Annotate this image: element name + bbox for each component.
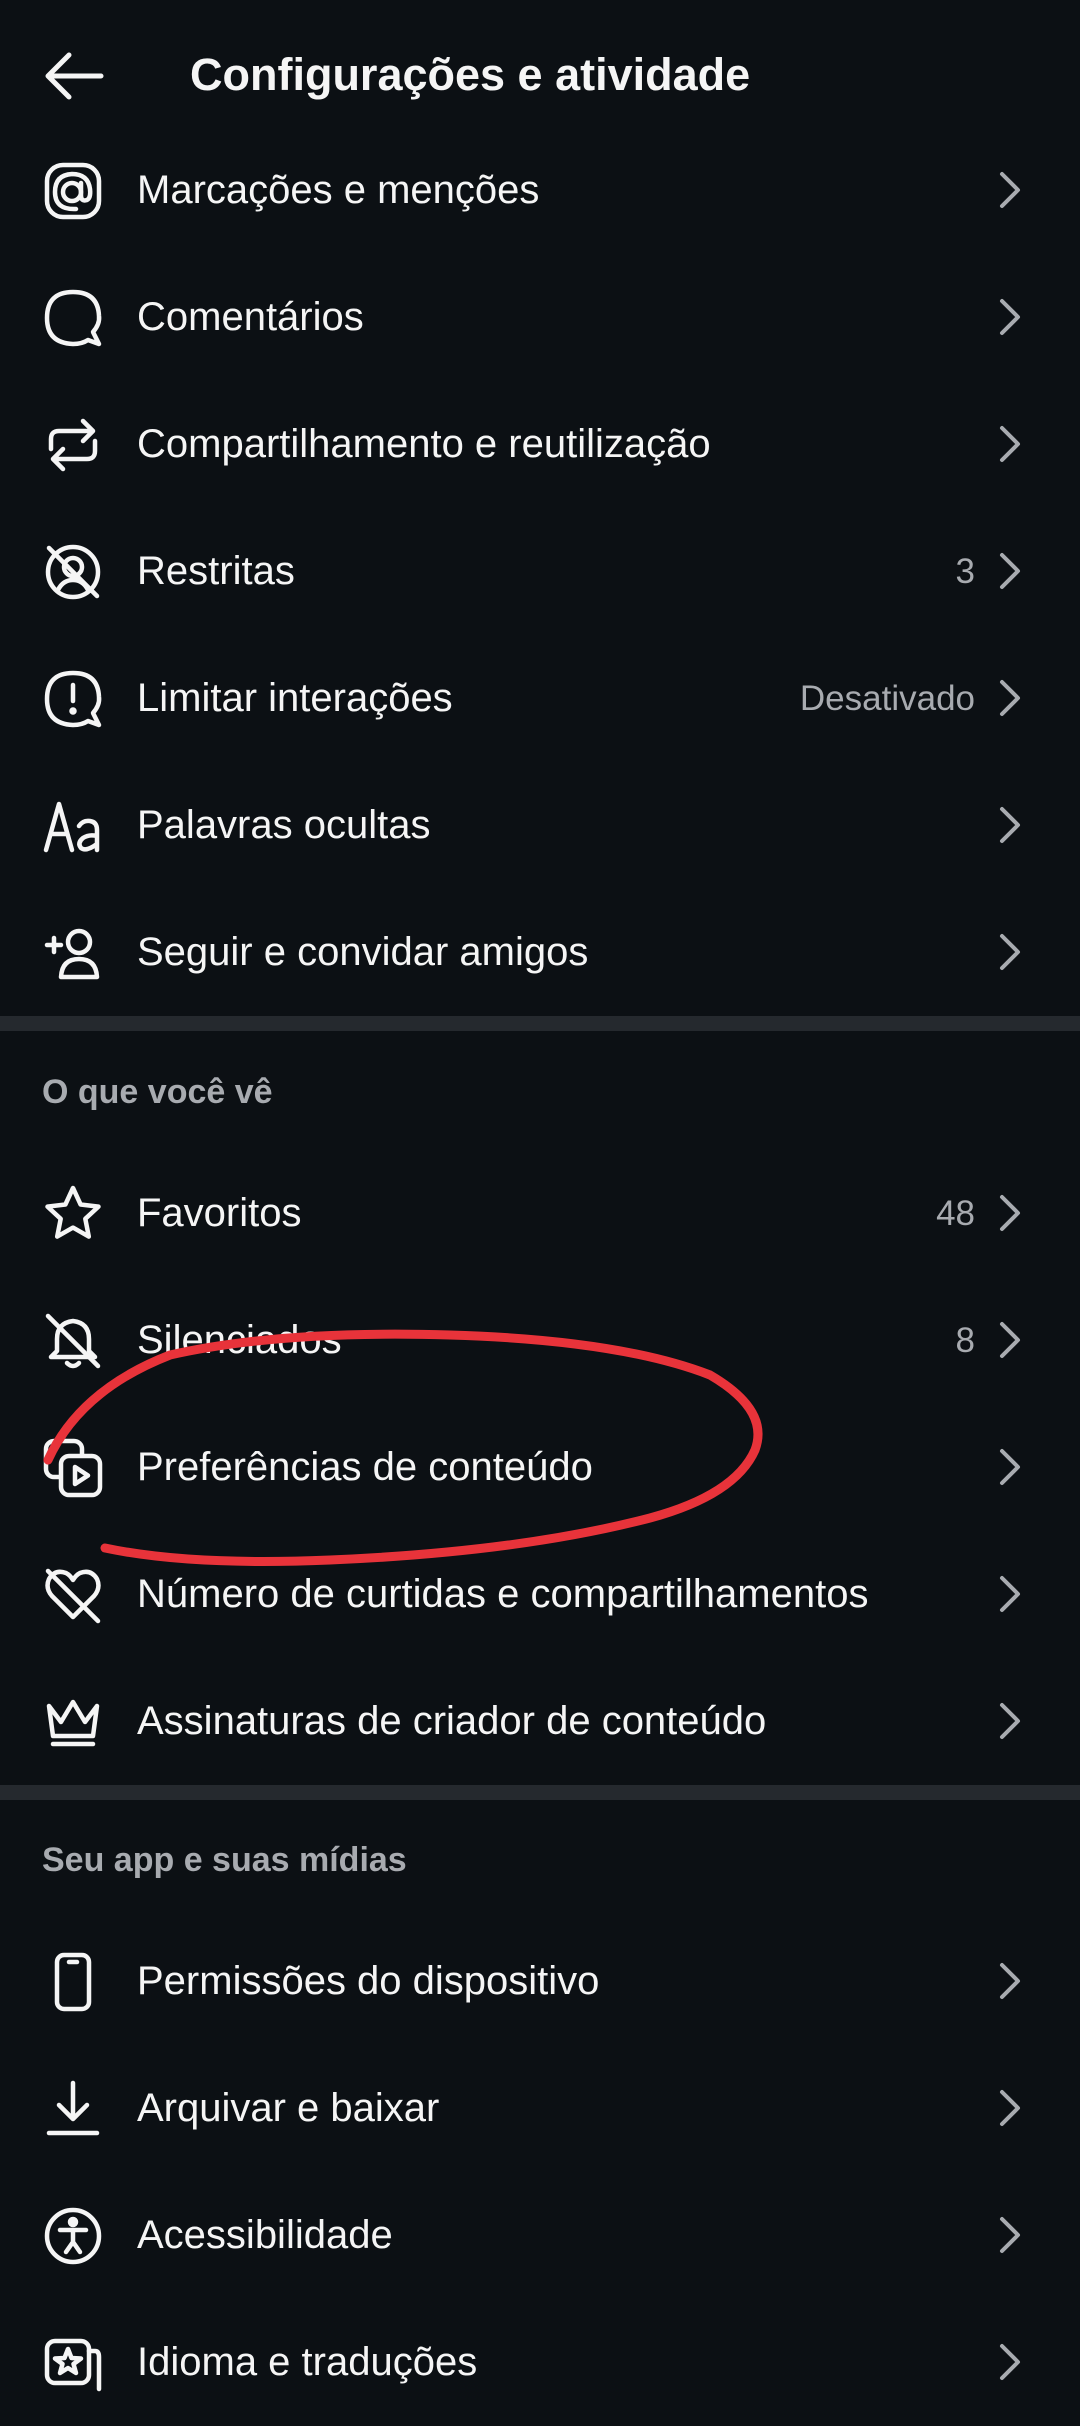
section-divider: [0, 1785, 1080, 1800]
chevron-right-icon: [990, 170, 1030, 210]
menu-item-device-permissions[interactable]: Permissões do dispositivo: [0, 1918, 1080, 2045]
menu-item-label: Preferências de conteúdo: [137, 1445, 593, 1489]
chevron-right-icon: [990, 424, 1030, 464]
menu-item-label: Comentários: [137, 295, 364, 339]
chevron-right-icon: [990, 1961, 1030, 2001]
menu-item-label: Compartilhamento e reutilização: [137, 422, 711, 466]
what-you-see-section: Favoritos 48 Silenciados 8 Preferências …: [0, 1150, 1080, 1785]
page-title: Configurações e atividade: [190, 49, 751, 100]
accessibility-icon: [40, 2203, 106, 2269]
comment-bubble-icon: [40, 285, 106, 351]
chevron-right-icon: [990, 678, 1030, 718]
chevron-right-icon: [990, 297, 1030, 337]
menu-item-label: Idioma e traduções: [137, 2340, 478, 2384]
menu-item-favorites[interactable]: Favoritos 48: [0, 1150, 1080, 1277]
crown-icon: [40, 1689, 106, 1755]
exclamation-bubble-icon: [40, 666, 106, 732]
menu-item-value: 8: [955, 1321, 975, 1360]
menu-item-comments[interactable]: Comentários: [0, 254, 1080, 381]
menu-item-label: Seguir e convidar amigos: [137, 930, 589, 974]
menu-item-value: 48: [936, 1194, 975, 1233]
section-title-your-app-media: Seu app e suas mídias: [42, 1841, 407, 1879]
chevron-right-icon: [990, 2088, 1030, 2128]
menu-item-follow-invite[interactable]: Seguir e convidar amigos: [0, 889, 1080, 1016]
heart-slash-icon: [40, 1562, 106, 1628]
menu-item-restricted[interactable]: Restritas 3: [0, 508, 1080, 635]
chevron-right-icon: [990, 1701, 1030, 1741]
chevron-right-icon: [990, 2342, 1030, 2382]
chevron-right-icon: [990, 1193, 1030, 1233]
menu-item-value: 3: [955, 552, 975, 591]
arrow-left-icon: [45, 52, 104, 100]
star-icon: [40, 1181, 106, 1247]
chevron-right-icon: [990, 551, 1030, 591]
menu-item-language[interactable]: Idioma e traduções: [0, 2299, 1080, 2426]
menu-item-like-share-counts[interactable]: Número de curtidas e compartilhamentos: [0, 1531, 1080, 1658]
text-aa-icon: [40, 793, 106, 859]
menu-item-label: Limitar interações: [137, 676, 453, 720]
chevron-right-icon: [990, 1320, 1030, 1360]
app-media-section: Permissões do dispositivo Arquivar e bai…: [0, 1918, 1080, 2426]
chevron-right-icon: [990, 1447, 1030, 1487]
chevron-right-icon: [990, 805, 1030, 845]
back-button[interactable]: [36, 38, 112, 114]
chevron-right-icon: [990, 2215, 1030, 2255]
menu-item-sharing-reuse[interactable]: Compartilhamento e reutilização: [0, 381, 1080, 508]
chevron-right-icon: [990, 932, 1030, 972]
repost-arrows-icon: [40, 412, 106, 478]
menu-item-label: Número de curtidas e compartilhamentos: [137, 1572, 869, 1616]
menu-item-label: Palavras ocultas: [137, 803, 431, 847]
menu-item-label: Silenciados: [137, 1318, 342, 1362]
chevron-right-icon: [990, 1574, 1030, 1614]
add-person-icon: [40, 920, 106, 986]
menu-item-label: Marcações e menções: [137, 168, 540, 212]
menu-item-hidden-words[interactable]: Palavras ocultas: [0, 762, 1080, 889]
menu-item-value: Desativado: [799, 679, 975, 718]
language-icon: [40, 2330, 106, 2396]
section-title-what-you-see: O que você vê: [42, 1073, 273, 1111]
menu-item-accessibility[interactable]: Acessibilidade: [0, 2172, 1080, 2299]
menu-item-label: Restritas: [137, 549, 295, 593]
menu-item-label: Favoritos: [137, 1191, 302, 1235]
menu-item-tags-mentions[interactable]: Marcações e menções: [0, 127, 1080, 254]
section-divider: [0, 1016, 1080, 1031]
menu-item-content-preferences[interactable]: Preferências de conteúdo: [0, 1404, 1080, 1531]
menu-item-label: Permissões do dispositivo: [137, 1959, 600, 2003]
menu-item-limit-interactions[interactable]: Limitar interações Desativado: [0, 635, 1080, 762]
menu-item-creator-subscriptions[interactable]: Assinaturas de criador de conteúdo: [0, 1658, 1080, 1785]
download-icon: [40, 2076, 106, 2142]
content-preferences-icon: [40, 1435, 106, 1501]
interactions-section: Marcações e menções Comentários Comparti…: [0, 127, 1080, 1016]
restricted-user-icon: [40, 539, 106, 605]
phone-icon: [40, 1949, 106, 2015]
menu-item-label: Arquivar e baixar: [137, 2086, 440, 2130]
menu-item-label: Assinaturas de criador de conteúdo: [137, 1699, 767, 1743]
at-sign-icon: [40, 158, 106, 224]
menu-item-archive-download[interactable]: Arquivar e baixar: [0, 2045, 1080, 2172]
menu-item-muted[interactable]: Silenciados 8: [0, 1277, 1080, 1404]
muted-bell-icon: [40, 1308, 106, 1374]
menu-item-label: Acessibilidade: [137, 2213, 393, 2257]
